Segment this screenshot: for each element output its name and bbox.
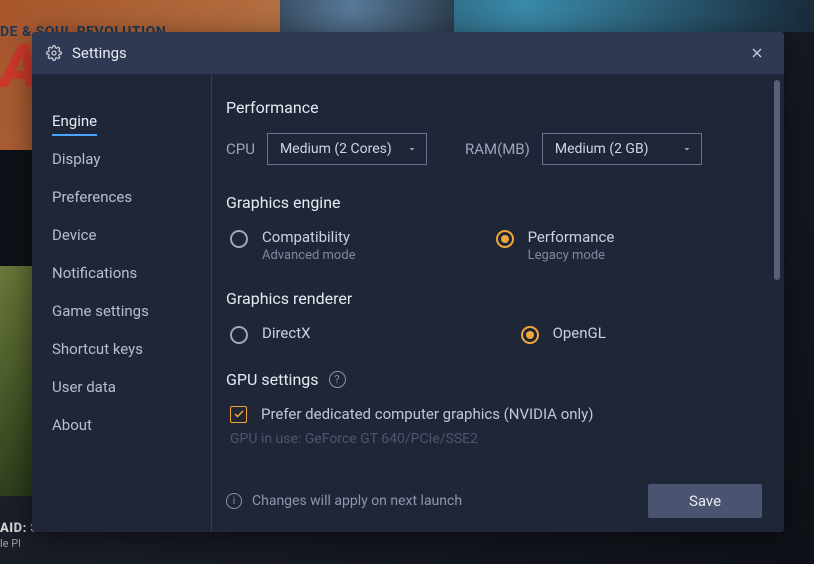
radio-directx[interactable]: DirectX	[230, 324, 311, 344]
nav-user-data[interactable]: User data	[52, 368, 211, 406]
prefer-dedicated-checkbox[interactable]	[230, 406, 247, 423]
cpu-select[interactable]: Medium (2 Cores)	[267, 133, 427, 165]
nav-preferences[interactable]: Preferences	[52, 178, 211, 216]
radio-sublabel: Advanced mode	[262, 248, 356, 263]
nav-engine[interactable]: Engine	[52, 102, 211, 140]
radio-opengl[interactable]: OpenGL	[521, 324, 606, 344]
info-icon: i	[226, 493, 242, 509]
settings-modal: Settings Engine Display Preferences Devi…	[32, 32, 784, 532]
nav-shortcut-keys[interactable]: Shortcut keys	[52, 330, 211, 368]
sidebar: Engine Display Preferences Device Notifi…	[32, 74, 212, 532]
ram-select-value: Medium (2 GB)	[555, 141, 649, 157]
cpu-select-value: Medium (2 Cores)	[280, 141, 392, 157]
close-button[interactable]	[744, 40, 770, 66]
gpu-settings-heading: GPU settings	[226, 370, 319, 389]
chevron-down-icon	[406, 143, 418, 159]
radio-label: Performance	[528, 228, 615, 246]
radio-icon	[496, 230, 514, 248]
bg-bottom-sub: le Pl	[0, 537, 21, 550]
footer-note: Changes will apply on next launch	[252, 493, 462, 509]
cpu-label: CPU	[226, 140, 255, 158]
radio-icon	[230, 326, 248, 344]
bg-game-card-2	[280, 0, 460, 32]
scrollbar[interactable]	[774, 80, 780, 280]
titlebar: Settings	[32, 32, 784, 74]
ram-select[interactable]: Medium (2 GB)	[542, 133, 702, 165]
radio-icon	[521, 326, 539, 344]
gear-icon	[46, 45, 62, 61]
nav-display[interactable]: Display	[52, 140, 211, 178]
radio-label: DirectX	[262, 324, 311, 342]
ram-label: RAM(MB)	[465, 140, 530, 158]
nav-notifications[interactable]: Notifications	[52, 254, 211, 292]
bg-game-card-4	[0, 266, 32, 496]
content-pane: Performance CPU Medium (2 Cores) RAM(MB)…	[212, 74, 784, 532]
nav-device[interactable]: Device	[52, 216, 211, 254]
graphics-engine-heading: Graphics engine	[226, 193, 756, 212]
bg-game-card-3	[454, 0, 814, 32]
radio-performance[interactable]: Performance Legacy mode	[496, 228, 615, 263]
radio-label: OpenGL	[553, 324, 606, 342]
nav-about[interactable]: About	[52, 406, 211, 444]
chevron-down-icon	[681, 143, 693, 159]
modal-title: Settings	[72, 44, 127, 62]
help-icon[interactable]: ?	[329, 371, 346, 388]
gpu-in-use-text: GPU in use: GeForce GT 640/PCIe/SSE2	[230, 431, 756, 447]
graphics-renderer-heading: Graphics renderer	[226, 289, 756, 308]
radio-sublabel: Legacy mode	[528, 248, 615, 263]
radio-label: Compatibility	[262, 228, 356, 246]
performance-heading: Performance	[226, 98, 756, 117]
radio-compatibility[interactable]: Compatibility Advanced mode	[230, 228, 356, 263]
prefer-dedicated-label: Prefer dedicated computer graphics (NVID…	[261, 405, 594, 423]
nav-game-settings[interactable]: Game settings	[52, 292, 211, 330]
save-button[interactable]: Save	[648, 484, 762, 518]
radio-icon	[230, 230, 248, 248]
